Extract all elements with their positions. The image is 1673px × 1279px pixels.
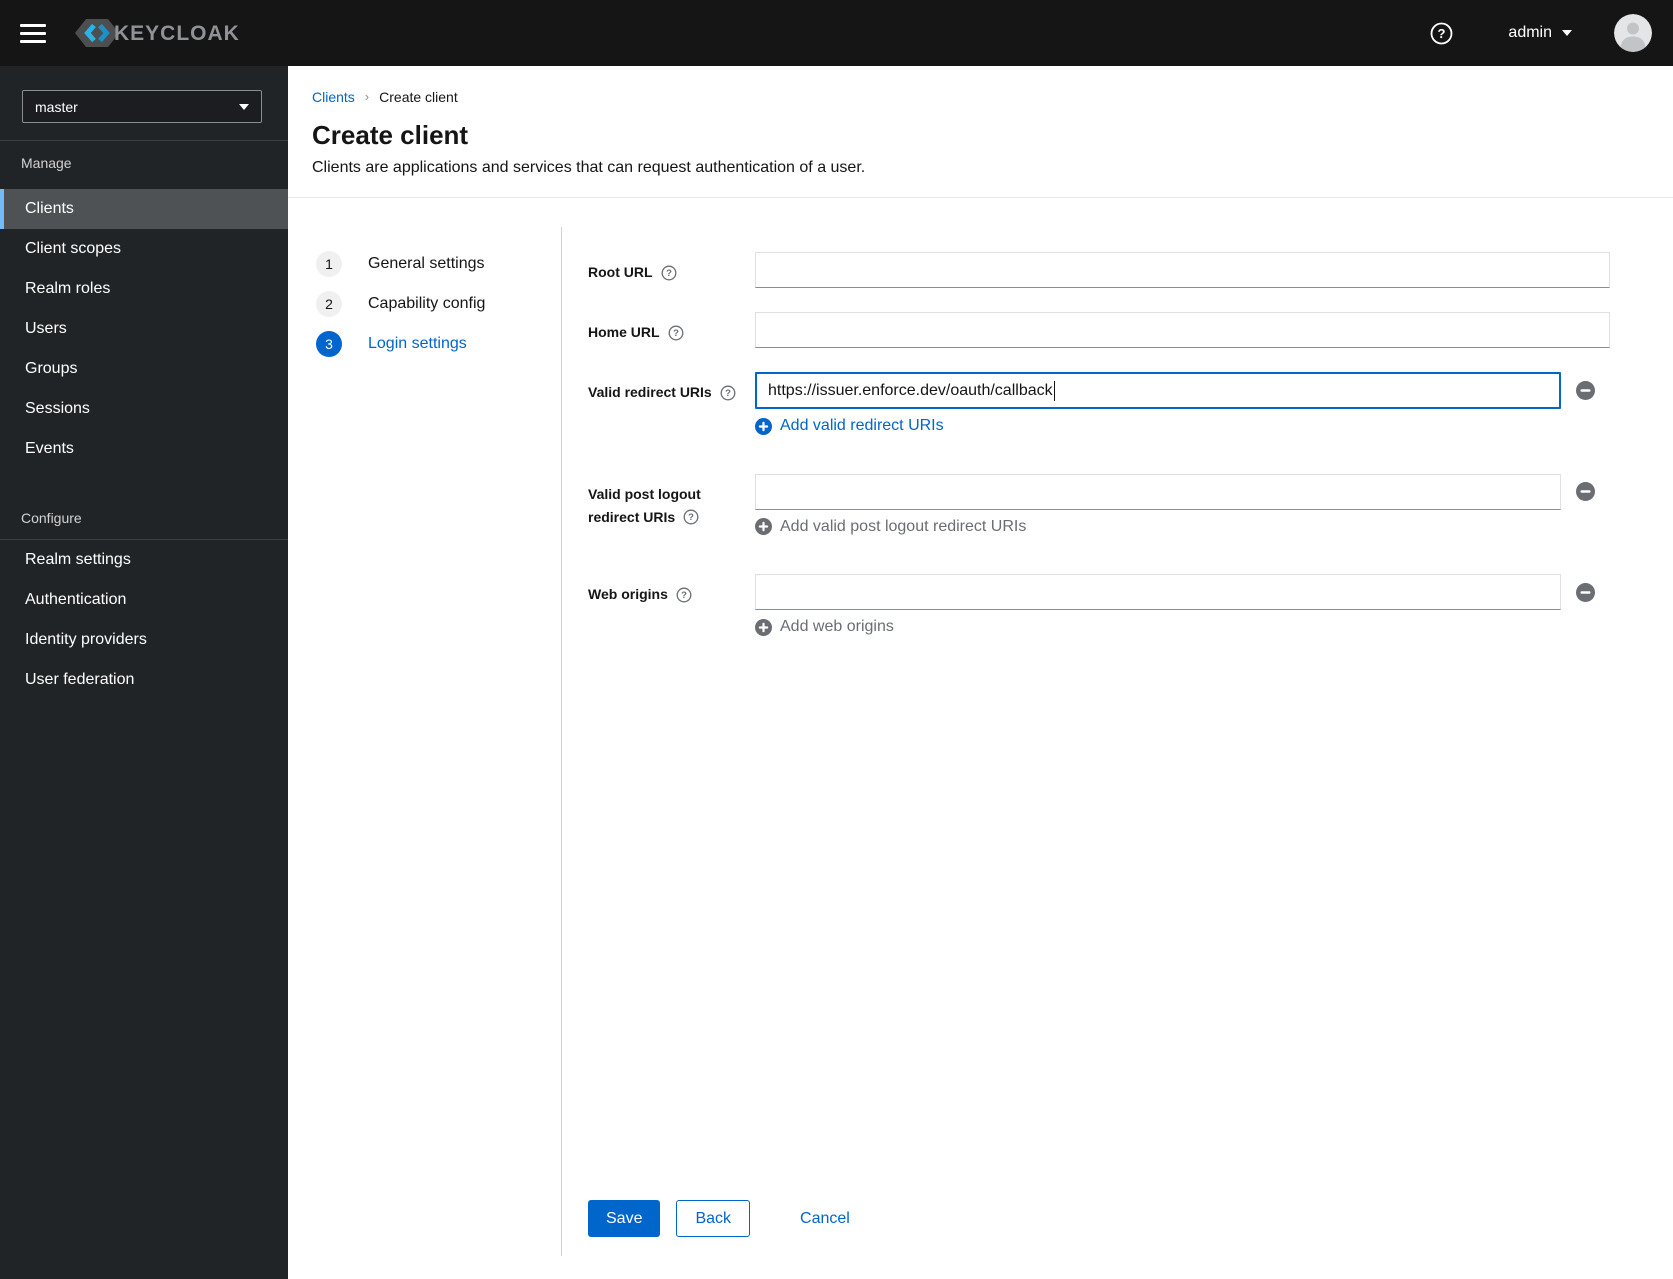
- breadcrumb-clients-link[interactable]: Clients: [312, 88, 355, 106]
- valid-post-logout-redirect-uri-input[interactable]: [755, 473, 1561, 510]
- nav-section-configure: Configure: [21, 510, 82, 526]
- sidebar-item-users[interactable]: Users: [0, 309, 288, 349]
- page-subtitle: Clients are applications and services th…: [312, 159, 866, 176]
- keycloak-logo: KEYCLOAK: [74, 15, 246, 51]
- help-icon[interactable]: ?: [668, 325, 684, 341]
- help-icon[interactable]: ?: [683, 509, 699, 525]
- sidebar-item-realm-roles[interactable]: Realm roles: [0, 269, 288, 309]
- plus-circle-icon: [755, 518, 772, 535]
- minus-circle-icon: [1576, 582, 1595, 602]
- minus-circle-icon: [1576, 381, 1595, 400]
- remove-post-logout-redirect-uri-button[interactable]: [1576, 482, 1595, 501]
- page-title: Create client: [312, 120, 469, 150]
- sidebar-item-realm-settings[interactable]: Realm settings: [0, 540, 288, 580]
- svg-text:?: ?: [673, 328, 679, 339]
- sidebar-item-clients[interactable]: Clients: [0, 189, 288, 229]
- keycloak-logo-icon: KEYCLOAK: [75, 19, 240, 47]
- avatar[interactable]: [1614, 14, 1652, 52]
- breadcrumb: Clients › Create client: [312, 88, 1649, 106]
- login-settings-form: Root URL ? Home URL ? Valid redirect URI…: [561, 227, 1673, 1256]
- valid-redirect-uri-input[interactable]: https://issuer.enforce.dev/oauth/callbac…: [755, 372, 1561, 409]
- wizard-step-general-settings[interactable]: 1 General settings: [316, 244, 561, 284]
- breadcrumb-current: Create client: [379, 89, 458, 105]
- help-icon[interactable]: ?: [1430, 22, 1453, 45]
- home-url-label: Home URL ?: [588, 312, 755, 348]
- svg-text:?: ?: [681, 590, 687, 601]
- root-url-input[interactable]: [755, 252, 1610, 288]
- sidebar: master Manage Clients Client scopes Real…: [0, 66, 288, 1279]
- sidebar-item-client-scopes[interactable]: Client scopes: [0, 229, 288, 269]
- back-button[interactable]: Back: [676, 1200, 751, 1237]
- save-button[interactable]: Save: [588, 1200, 661, 1237]
- chevron-down-icon: [239, 103, 249, 110]
- sidebar-item-sessions[interactable]: Sessions: [0, 389, 288, 429]
- sidebar-item-groups[interactable]: Groups: [0, 349, 288, 389]
- current-realm: master: [35, 98, 78, 115]
- wizard-step-login-settings[interactable]: 3 Login settings: [316, 324, 561, 364]
- text-cursor: [1053, 380, 1056, 401]
- sidebar-item-authentication[interactable]: Authentication: [0, 580, 288, 620]
- help-icon[interactable]: ?: [661, 265, 677, 281]
- action-bar: Save Back Cancel: [588, 1200, 1610, 1237]
- realm-selector-dropdown[interactable]: master: [22, 90, 262, 123]
- page-header: Clients › Create client Create client Cl…: [288, 66, 1673, 198]
- svg-text:?: ?: [666, 268, 672, 279]
- sidebar-item-events[interactable]: Events: [0, 429, 288, 469]
- chevron-right-icon: ›: [364, 89, 370, 104]
- minus-circle-icon: [1576, 482, 1595, 501]
- valid-redirect-uris-label: Valid redirect URIs ?: [588, 372, 755, 440]
- masthead: KEYCLOAK ? admin: [0, 0, 1673, 66]
- sidebar-divider: [0, 140, 288, 141]
- chevron-down-icon: [1562, 30, 1572, 36]
- user-name: admin: [1508, 24, 1552, 41]
- brand-text: KEYCLOAK: [114, 22, 240, 45]
- step-number: 3: [316, 331, 342, 357]
- help-icon[interactable]: ?: [720, 385, 736, 401]
- plus-circle-icon: [755, 417, 772, 435]
- help-icon[interactable]: ?: [676, 587, 692, 603]
- remove-redirect-uri-button[interactable]: [1576, 381, 1595, 400]
- cancel-button[interactable]: Cancel: [782, 1200, 868, 1237]
- wizard-nav: 1 General settings 2 Capability config 3…: [288, 227, 561, 1279]
- sidebar-item-identity-providers[interactable]: Identity providers: [0, 620, 288, 660]
- plus-circle-icon: [755, 618, 772, 636]
- svg-text:?: ?: [1438, 26, 1446, 41]
- add-valid-post-logout-redirect-uris-button[interactable]: Add valid post logout redirect URIs: [755, 518, 1026, 536]
- root-url-label: Root URL ?: [588, 252, 755, 288]
- nav-toggle-hamburger-icon[interactable]: [20, 19, 46, 48]
- step-number: 2: [316, 291, 342, 317]
- wizard-step-capability-config[interactable]: 2 Capability config: [316, 284, 561, 324]
- nav-section-manage: Manage: [21, 155, 72, 171]
- sidebar-item-user-federation[interactable]: User federation: [0, 660, 288, 700]
- home-url-input[interactable]: [755, 312, 1610, 348]
- web-origins-input[interactable]: [755, 574, 1561, 610]
- svg-text:?: ?: [688, 512, 694, 523]
- add-valid-redirect-uris-button[interactable]: Add valid redirect URIs: [755, 417, 944, 435]
- svg-text:?: ?: [725, 388, 731, 399]
- remove-web-origin-button[interactable]: [1576, 582, 1595, 602]
- valid-post-logout-redirect-uris-label: Valid post logout redirect URIs ?: [588, 485, 701, 525]
- step-number: 1: [316, 251, 342, 277]
- user-menu-dropdown[interactable]: admin: [1508, 24, 1572, 42]
- web-origins-label: Web origins ?: [588, 574, 755, 641]
- add-web-origins-button[interactable]: Add web origins: [755, 618, 894, 636]
